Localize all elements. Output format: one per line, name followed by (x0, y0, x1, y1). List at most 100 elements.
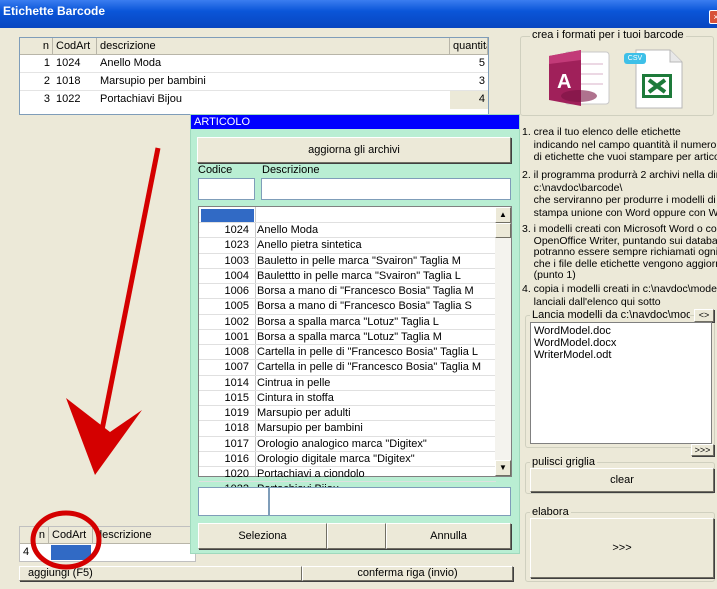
list-selected-row[interactable] (201, 209, 254, 222)
list-item-code: 1018 (224, 422, 249, 435)
list-item[interactable]: 1024 Anello Moda (199, 222, 496, 237)
list-item[interactable]: WordModel.doc (534, 325, 611, 337)
list-item-code: 1015 (224, 391, 249, 404)
cell-descrizione: Portachiavi Bijou (100, 93, 182, 105)
scrollbar[interactable]: ▲ ▼ (495, 207, 511, 476)
list-item[interactable]: WordModel.docx (534, 337, 616, 349)
cell-quantita[interactable]: 3 (450, 73, 488, 91)
list-item-desc: Marsupio per adulti (257, 407, 351, 419)
cell-descrizione: Marsupio per bambini (100, 75, 206, 87)
list-item[interactable]: 1007 Cartella in pelle di "Francesco Bosi… (199, 359, 496, 374)
list-item-code: 1019 (224, 407, 249, 419)
scroll-thumb[interactable] (495, 223, 511, 238)
list-item[interactable]: 1006 Borsa a mano di "Francesco Bosia" Ta… (199, 283, 496, 298)
list-item-desc: Borsa a mano di "Francesco Bosia" Taglia… (257, 300, 472, 313)
models-nav-button[interactable]: <> (694, 309, 714, 322)
selected-desc-field (269, 487, 511, 516)
select-button[interactable]: Seleziona (198, 523, 327, 549)
scroll-down-icon: ▼ (499, 463, 507, 472)
list-item[interactable]: 1005 Borsa a mano di "Francesco Bosia" Ta… (199, 298, 496, 313)
list-item-code: 1008 (224, 346, 249, 358)
update-archives-button[interactable]: aggiorna gli archivi (197, 137, 511, 163)
scroll-down-button[interactable]: ▼ (495, 460, 511, 476)
list-item-desc: Cartella in pelle di "Francesco Bosia" T… (257, 346, 478, 358)
list-item-desc: Cintrua in pelle (257, 376, 331, 389)
list-item[interactable]: 1016 Orologio digitale marca "Digitex" (199, 450, 496, 466)
col-header-quantita[interactable]: quantità (450, 38, 488, 55)
list-item-code: 1007 (224, 361, 249, 374)
list-item[interactable]: 1001 Borsa a spalla marca "Lotuz" Taglia … (199, 328, 496, 344)
models-nav-label: <> (698, 310, 710, 320)
col-header-n[interactable]: n (20, 38, 53, 55)
process-button[interactable]: >>> (530, 518, 714, 578)
select-label: Seleziona (238, 530, 287, 542)
models-list[interactable]: WordModel.doc WordModel.docx WriterModel… (530, 322, 712, 444)
models-group-label: Lancia modelli da c:\navdoc\modelli\ (530, 309, 690, 321)
cell-n: 3 (43, 93, 50, 105)
list-item-code: 1014 (224, 376, 249, 389)
list-item-desc: Orologio digitale marca "Digitex" (257, 452, 415, 465)
instruction-2: 2. il programma produrrà 2 archivi nella… (522, 169, 717, 219)
cancel-button[interactable]: Annulla (386, 523, 511, 549)
list-item-desc: Cartella in pelle di "Francesco Bosia" T… (257, 361, 482, 374)
list-item[interactable]: 1014 Cintrua in pelle (199, 374, 496, 390)
list-item-desc: Portachiavi a ciondolo (257, 468, 365, 480)
clear-button[interactable]: clear (530, 468, 714, 492)
list-item[interactable]: WriterModel.odt (534, 349, 611, 361)
list-item[interactable]: 1002 Borsa a spalla marca "Lotuz" Taglia … (199, 313, 496, 329)
descrizione-input[interactable] (261, 178, 511, 200)
list-item-code: 1006 (224, 285, 249, 297)
list-item[interactable]: 1023 Anello pietra sintetica (199, 237, 496, 252)
table-row[interactable]: 2 1018 Marsupio per bambini 3 (20, 73, 488, 91)
more-button[interactable]: >>> (691, 444, 714, 456)
aux-button[interactable] (327, 523, 386, 549)
list-item[interactable]: 1003 Bauletto in pelle marca "Svairon" Ta… (199, 252, 496, 268)
close-button[interactable]: × (709, 10, 717, 24)
clear-label: clear (610, 474, 634, 486)
list-item-desc: Borsa a spalla marca "Lotuz" Taglia M (257, 330, 442, 343)
articles-grid[interactable]: n CodArt descrizione quantità 1 1024 Ane… (19, 37, 489, 115)
confirm-row-button[interactable]: conferma riga (invio) (302, 566, 513, 581)
list-item[interactable]: 1008 Cartella in pelle di "Francesco Bosi… (199, 344, 496, 359)
scroll-up-button[interactable]: ▲ (495, 207, 511, 223)
list-item-desc: Marsupio per bambini (257, 422, 363, 435)
csv-tag-label: CSV (627, 55, 643, 62)
list-item[interactable]: 1015 Cintura in stoffa (199, 389, 496, 405)
list-item[interactable]: 1017 Orologio analogico marca "Digitex" (199, 435, 496, 451)
col-header-descrizione[interactable]: descrizione (93, 527, 195, 544)
table-row[interactable]: 3 1022 Portachiavi Bijou 4 (20, 91, 488, 109)
list-item-desc: Baulettto in pelle marca "Svairon" Tagli… (257, 269, 461, 282)
list-rows: 1024 Anello Moda 1023 Anello pietra sinteti… (199, 222, 496, 497)
col-header-codart[interactable]: CodArt (53, 38, 97, 55)
descrizione-label: Descrizione (262, 164, 320, 176)
list-item-desc: Borsa a mano di "Francesco Bosia" Taglia… (257, 285, 474, 297)
cell-quantita[interactable]: 5 (450, 55, 488, 73)
formats-group-label: crea i formati per i tuoi barcode (530, 29, 686, 41)
more-label: >>> (694, 445, 711, 455)
cell-descrizione: Anello Moda (100, 57, 162, 69)
list-item-desc: Borsa a spalla marca "Lotuz" Taglia L (257, 315, 439, 328)
cancel-label: Annulla (430, 530, 467, 542)
list-item-code: 1016 (224, 452, 249, 465)
red-arrow (66, 147, 161, 475)
cell-quantita[interactable]: 4 (450, 91, 488, 109)
list-item[interactable]: 1019 Marsupio per adulti (199, 405, 496, 420)
instruction-3: 3. i modelli creati con Microsoft Word o… (522, 224, 717, 281)
process-label: >>> (612, 542, 632, 554)
articolo-popup: ARTICOLO aggiorna gli archivi Codice Des… (190, 114, 520, 554)
access-icon[interactable]: A (545, 46, 615, 110)
articles-list[interactable]: 1024 Anello Moda 1023 Anello pietra sinteti… (198, 206, 512, 495)
list-item-desc: Orologio analogico marca "Digitex" (257, 437, 427, 450)
codice-input[interactable] (198, 178, 255, 200)
cell-n: 2 (43, 75, 50, 87)
list-item-desc: Cintura in stoffa (257, 391, 334, 404)
codice-label: Codice (198, 164, 233, 176)
list-item[interactable]: 1004 Baulettto in pelle marca "Svairon" T… (199, 267, 496, 283)
table-row[interactable]: 1 1024 Anello Moda 5 (20, 55, 488, 73)
list-item-code: 1005 (224, 300, 249, 313)
list-item[interactable]: 1020 Portachiavi a ciondolo (199, 466, 496, 481)
list-item-code: 1017 (224, 437, 249, 450)
col-header-descrizione[interactable]: descrizione (97, 38, 450, 55)
scroll-up-icon: ▲ (499, 210, 507, 219)
list-item[interactable]: 1018 Marsupio per bambini (199, 420, 496, 435)
